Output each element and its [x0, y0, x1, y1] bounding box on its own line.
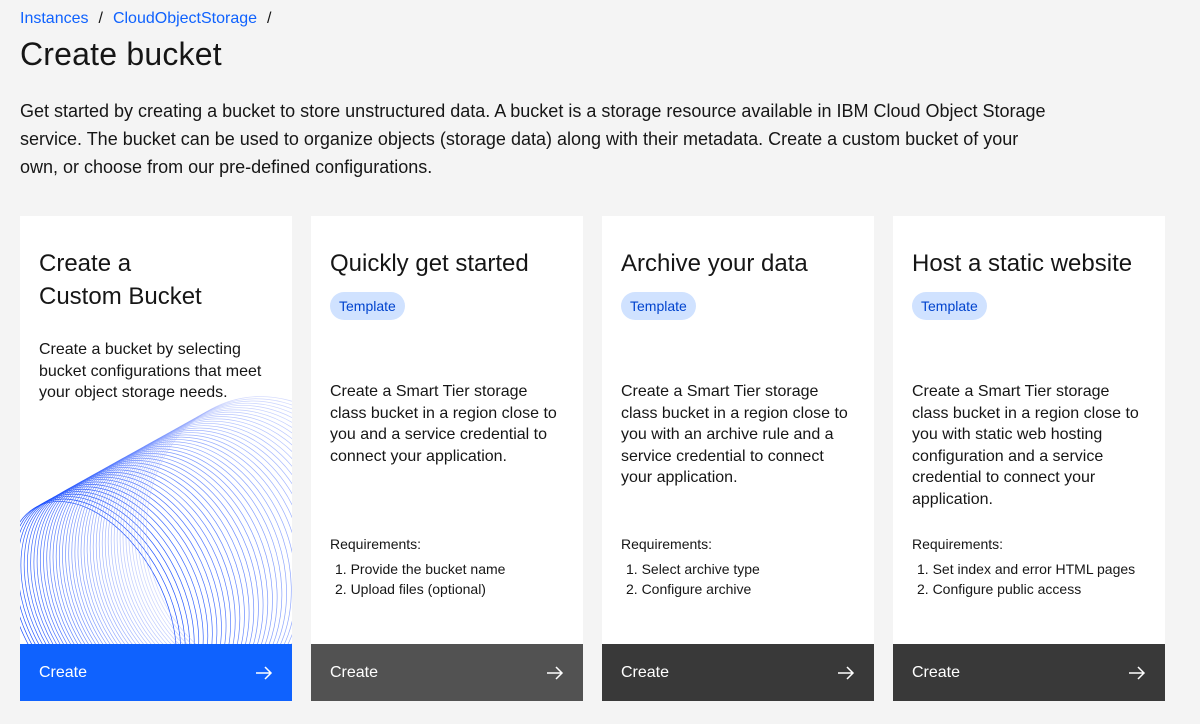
- requirements-list: 1. Set index and error HTML pages 2. Con…: [912, 559, 1135, 599]
- arrow-right-icon: [256, 665, 273, 680]
- create-custom-bucket-button[interactable]: Create: [20, 644, 292, 701]
- template-tag: Template: [912, 292, 987, 320]
- card-title: Archive your data: [621, 250, 808, 277]
- card-description: Create a Smart Tier storage class bucket…: [912, 383, 1139, 508]
- card-static-website[interactable]: Host a static website Template Create a …: [893, 216, 1165, 701]
- breadcrumb-link-cloud-object-storage[interactable]: CloudObjectStorage: [113, 10, 257, 28]
- create-button-label: Create: [912, 663, 961, 681]
- card-quick-start[interactable]: Quickly get started Template Create a Sm…: [311, 216, 583, 701]
- requirement-item: 1. Select archive type: [626, 561, 760, 577]
- breadcrumb-separator: /: [98, 10, 103, 27]
- card-description: Create a Smart Tier storage class bucket…: [330, 383, 557, 465]
- intro-text: Get started by creating a bucket to stor…: [20, 101, 1046, 177]
- requirements-list: 1. Provide the bucket name 2. Upload fil…: [330, 559, 505, 599]
- requirement-item: 1. Provide the bucket name: [335, 561, 506, 577]
- requirements-label: Requirements:: [912, 536, 1004, 552]
- create-quick-start-button[interactable]: Create: [311, 644, 583, 701]
- card-title-line-2: Custom Bucket: [39, 283, 202, 310]
- breadcrumb: Instances / CloudObjectStorage /: [20, 10, 281, 28]
- card-title: Host a static website: [912, 250, 1133, 277]
- arrow-right-icon: [547, 665, 564, 680]
- card-title: Quickly get started: [330, 250, 529, 277]
- arrow-right-icon: [838, 665, 855, 680]
- template-tag: Template: [330, 292, 405, 320]
- breadcrumb-link-instances[interactable]: Instances: [20, 10, 88, 28]
- card-archive-data[interactable]: Archive your data Template Create a Smar…: [602, 216, 874, 701]
- requirements-label: Requirements:: [621, 536, 713, 552]
- create-button-label: Create: [621, 663, 670, 681]
- create-static-website-button[interactable]: Create: [893, 644, 1165, 701]
- requirements-label: Requirements:: [330, 536, 422, 552]
- template-tag: Template: [621, 292, 696, 320]
- requirement-item: 2. Configure archive: [626, 581, 752, 597]
- create-button-label: Create: [330, 663, 379, 681]
- arrow-right-icon: [1129, 665, 1146, 680]
- create-button-label: Create: [39, 663, 88, 681]
- requirement-item: 2. Upload files (optional): [335, 581, 486, 597]
- create-archive-button[interactable]: Create: [602, 644, 874, 701]
- breadcrumb-separator: /: [267, 10, 272, 27]
- requirement-item: 2. Configure public access: [917, 581, 1082, 597]
- card-description: Create a bucket by selecting bucket conf…: [39, 341, 262, 401]
- requirement-item: 1. Set index and error HTML pages: [917, 561, 1136, 577]
- card-custom-bucket[interactable]: Create a Custom Bucket Create a bucket b…: [20, 216, 292, 701]
- card-description: Create a Smart Tier storage class bucket…: [621, 383, 848, 486]
- card-title: Create a Custom Bucket: [39, 247, 279, 313]
- page-title: Create bucket: [20, 36, 222, 72]
- card-title-line-1: Create a: [39, 250, 132, 277]
- requirements-list: 1. Select archive type 2. Configure arch…: [621, 559, 760, 599]
